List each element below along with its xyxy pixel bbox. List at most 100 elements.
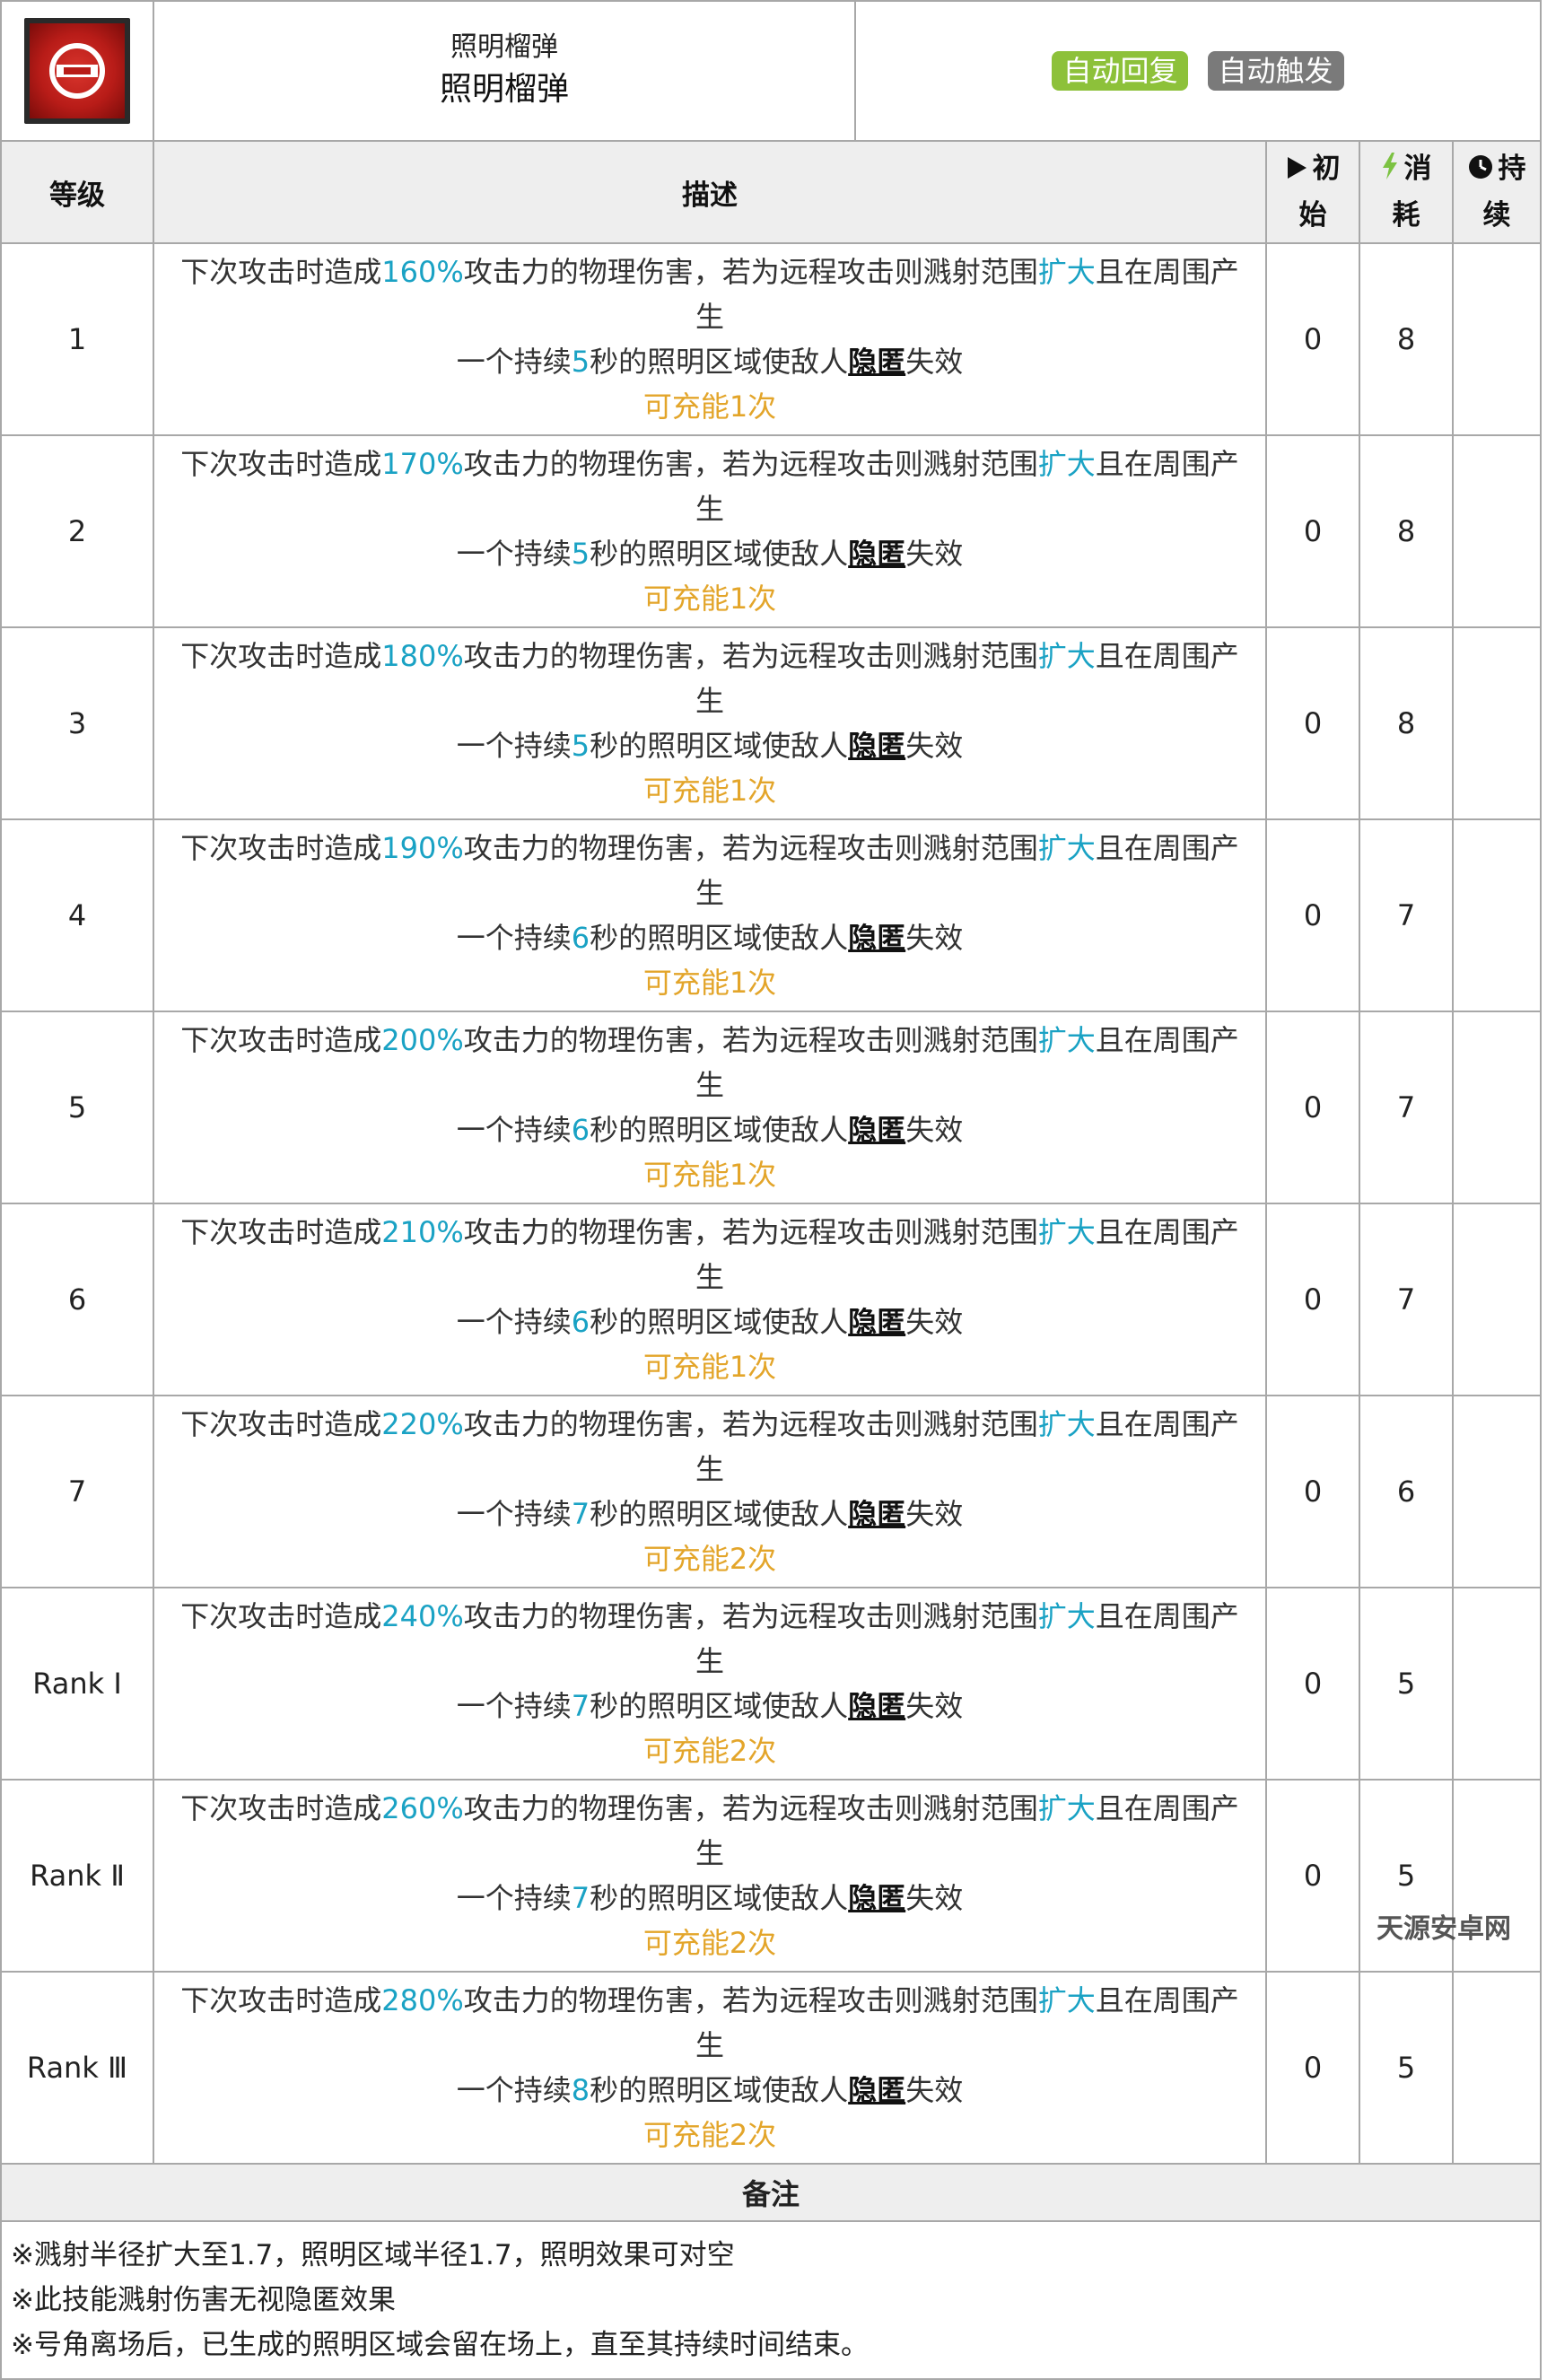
damage-percent: 200%: [381, 1023, 464, 1057]
sp-cost-cell: 8: [1359, 434, 1454, 628]
stealth-keyword-link[interactable]: 隐匿: [848, 921, 905, 955]
table-row: Rank Ⅰ 下次攻击时造成240%攻击力的物理伤害，若为远程攻击则溅射范围扩大且…: [0, 1587, 1542, 1781]
duration-cell: [1452, 1587, 1542, 1781]
desc-text: 攻击力的物理伤害，若为远程攻击则溅射范围: [463, 639, 1038, 673]
desc-text: 秒的照明区域使敌人: [590, 537, 849, 571]
sp-cost-cell: 7: [1359, 1203, 1454, 1396]
charge-text: 可充能1次: [642, 582, 777, 616]
damage-percent: 160%: [381, 255, 464, 289]
sp-cost-cell: 6: [1359, 1395, 1454, 1588]
flare-grenade-icon: [24, 18, 130, 124]
level-cell: 3: [0, 626, 154, 820]
stealth-keyword-link[interactable]: 隐匿: [848, 345, 905, 379]
desc-text: 秒的照明区域使敌人: [590, 921, 849, 955]
initial-sp-cell: 0: [1265, 1587, 1360, 1781]
duration-seconds: 5: [571, 729, 590, 763]
site-watermark: 天源安卓网: [1377, 1913, 1511, 1945]
desc-line-1: 下次攻击时造成180%攻击力的物理伤害，若为远程攻击则溅射范围扩大且在周围产生: [167, 634, 1253, 723]
stealth-keyword-link[interactable]: 隐匿: [848, 729, 905, 763]
stealth-keyword-link[interactable]: 隐匿: [848, 1113, 905, 1147]
desc-text: 下次攻击时造成: [180, 1599, 382, 1633]
expand-keyword: 扩大: [1037, 1791, 1096, 1825]
desc-text: 一个持续: [456, 921, 572, 955]
stealth-keyword-link[interactable]: 隐匿: [848, 1497, 905, 1531]
desc-text: 攻击力的物理伤害，若为远程攻击则溅射范围: [463, 255, 1038, 289]
sp-cost-cell: 7: [1359, 818, 1454, 1012]
stealth-keyword-link[interactable]: 隐匿: [848, 1689, 905, 1723]
charge-text: 可充能1次: [642, 774, 777, 808]
column-header-initial: 初 始: [1265, 140, 1360, 244]
skill-info-table: 照明榴弹 照明榴弹 自动回复 自动触发 等级 描述 初 始 消 耗 持 续 1下…: [0, 0, 1542, 2380]
desc-line-2: 一个持续5秒的照明区域使敌人隐匿失效: [167, 723, 1253, 768]
duration-seconds: 5: [571, 345, 590, 379]
initial-sp-cell: 0: [1265, 818, 1360, 1012]
desc-text: 一个持续: [456, 1113, 572, 1147]
notes-body: ※溅射半径扩大至1.7，照明区域半径1.7，照明效果可对空 ※此技能溅射伤害无视…: [0, 2220, 1542, 2380]
desc-text: 下次攻击时造成: [180, 1791, 382, 1825]
charge-text: 可充能2次: [642, 1926, 777, 1960]
damage-percent: 210%: [381, 1215, 464, 1249]
desc-text: 一个持续: [456, 537, 572, 571]
desc-text: 一个持续: [456, 345, 572, 379]
desc-line-2: 一个持续7秒的照明区域使敌人隐匿失效: [167, 1492, 1253, 1536]
skill-name: 照明榴弹: [439, 71, 569, 108]
desc-text: 失效: [905, 537, 964, 571]
skill-subtitle: 照明榴弹: [450, 31, 558, 63]
desc-text: 下次攻击时造成: [180, 1215, 382, 1249]
desc-text: 下次攻击时造成: [180, 1983, 382, 2017]
duration-seconds: 5: [571, 537, 590, 571]
desc-line-1: 下次攻击时造成200%攻击力的物理伤害，若为远程攻击则溅射范围扩大且在周围产生: [167, 1018, 1253, 1107]
charge-text: 可充能1次: [642, 1350, 777, 1384]
sp-cost-cell: 7: [1359, 1011, 1454, 1204]
stealth-keyword-link[interactable]: 隐匿: [848, 2073, 905, 2107]
level-cell: Rank Ⅱ: [0, 1779, 154, 1973]
note-line: ※号角离场后，已生成的照明区域会留在场上，直至其持续时间结束。: [11, 2329, 869, 2361]
desc-cell: 下次攻击时造成280%攻击力的物理伤害，若为远程攻击则溅射范围扩大且在周围产生一…: [153, 1971, 1267, 2165]
level-cell: 5: [0, 1011, 154, 1204]
desc-text: 攻击力的物理伤害，若为远程攻击则溅射范围: [463, 1599, 1038, 1633]
desc-text: 下次攻击时造成: [180, 831, 382, 865]
initial-sp-cell: 0: [1265, 434, 1360, 628]
damage-percent: 280%: [381, 1983, 464, 2017]
duration-cell: [1452, 1395, 1542, 1588]
table-row: 2 下次攻击时造成170%攻击力的物理伤害，若为远程攻击则溅射范围扩大且在周围产生…: [0, 434, 1542, 628]
charge-text: 可充能1次: [642, 966, 777, 1000]
desc-line-2: 一个持续8秒的照明区域使敌人隐匿失效: [167, 2068, 1253, 2113]
note-line: ※此技能溅射伤害无视隐匿效果: [11, 2284, 396, 2316]
initial-sp-cell: 0: [1265, 1971, 1360, 2165]
desc-text: 失效: [905, 1881, 964, 1915]
damage-percent: 220%: [381, 1407, 464, 1441]
damage-percent: 260%: [381, 1791, 464, 1825]
level-cell: Rank Ⅰ: [0, 1587, 154, 1781]
desc-line-2: 一个持续7秒的照明区域使敌人隐匿失效: [167, 1684, 1253, 1728]
duration-seconds: 6: [571, 1305, 590, 1339]
initial-sp-cell: 0: [1265, 626, 1360, 820]
initial-sp-cell: 0: [1265, 242, 1360, 436]
desc-line-1: 下次攻击时造成190%攻击力的物理伤害，若为远程攻击则溅射范围扩大且在周围产生: [167, 826, 1253, 915]
desc-text: 攻击力的物理伤害，若为远程攻击则溅射范围: [463, 831, 1038, 865]
duration-seconds: 6: [571, 921, 590, 955]
expand-keyword: 扩大: [1037, 1599, 1096, 1633]
expand-keyword: 扩大: [1037, 1023, 1096, 1057]
sp-cost-cell: 5: [1359, 1971, 1454, 2165]
desc-cell: 下次攻击时造成180%攻击力的物理伤害，若为远程攻击则溅射范围扩大且在周围产生一…: [153, 626, 1267, 820]
header-cost-2: 耗: [1392, 198, 1420, 232]
level-cell: Rank Ⅲ: [0, 1971, 154, 2165]
desc-line-1: 下次攻击时造成160%攻击力的物理伤害，若为远程攻击则溅射范围扩大且在周围产生: [167, 249, 1253, 339]
level-cell: 2: [0, 434, 154, 628]
stealth-keyword-link[interactable]: 隐匿: [848, 1305, 905, 1339]
desc-line-1: 下次攻击时造成280%攻击力的物理伤害，若为远程攻击则溅射范围扩大且在周围产生: [167, 1978, 1253, 2068]
duration-cell: [1452, 1971, 1542, 2165]
stealth-keyword-link[interactable]: 隐匿: [848, 1881, 905, 1915]
desc-text: 失效: [905, 921, 964, 955]
desc-line-1: 下次攻击时造成170%攻击力的物理伤害，若为远程攻击则溅射范围扩大且在周围产生: [167, 442, 1253, 531]
desc-text: 秒的照明区域使敌人: [590, 1305, 849, 1339]
desc-text: 失效: [905, 729, 964, 763]
clock-icon: [1468, 148, 1493, 193]
expand-keyword: 扩大: [1037, 255, 1096, 289]
desc-text: 失效: [905, 2073, 964, 2107]
sp-cost-cell: 5: [1359, 1587, 1454, 1781]
note-line: ※溅射半径扩大至1.7，照明区域半径1.7，照明效果可对空: [11, 2239, 735, 2271]
desc-cell: 下次攻击时造成170%攻击力的物理伤害，若为远程攻击则溅射范围扩大且在周围产生一…: [153, 434, 1267, 628]
stealth-keyword-link[interactable]: 隐匿: [848, 537, 905, 571]
